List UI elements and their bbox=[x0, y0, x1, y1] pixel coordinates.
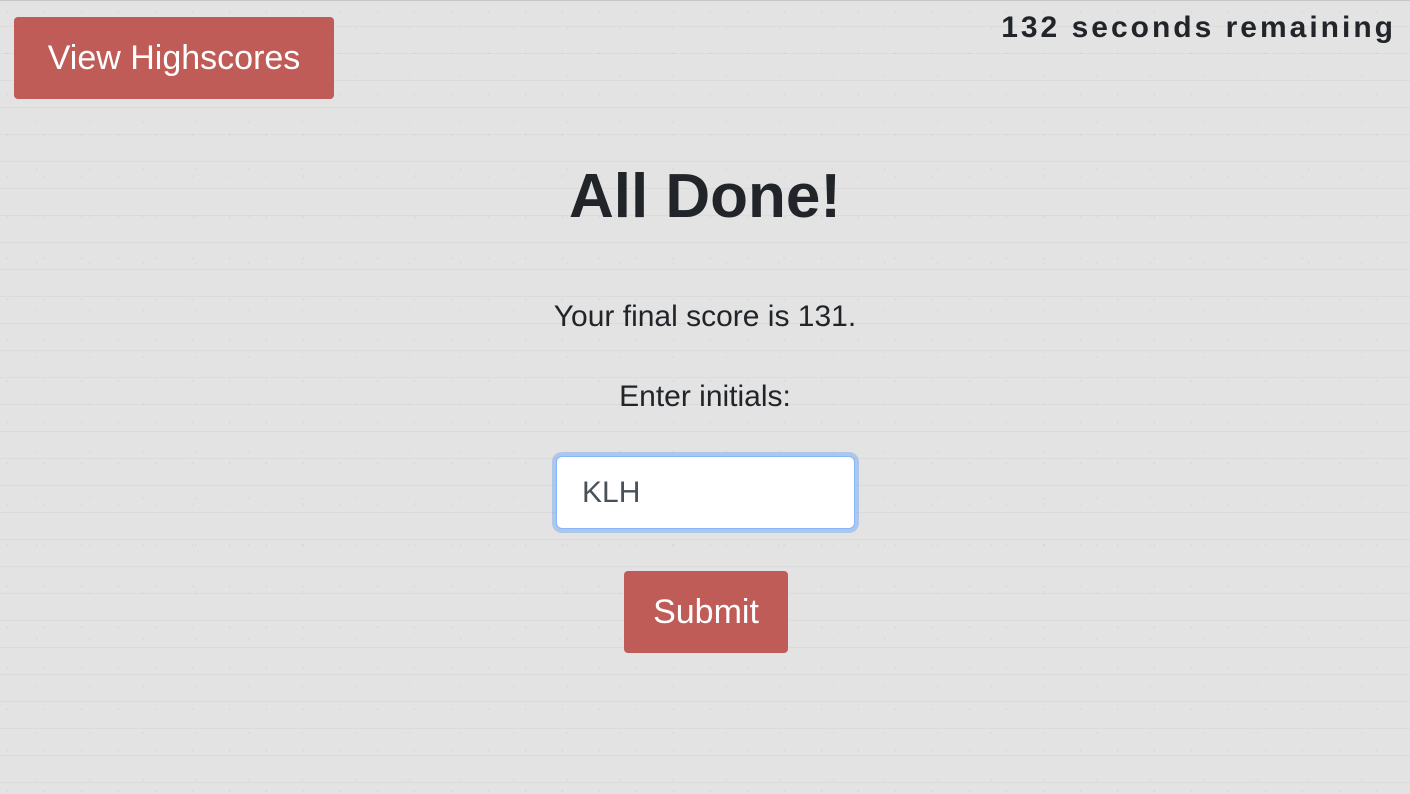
submit-button[interactable]: Submit bbox=[624, 571, 788, 653]
final-score-text: Your final score is 131. bbox=[553, 300, 857, 333]
view-highscores-button[interactable]: View Highscores bbox=[14, 17, 334, 99]
initials-label: Enter initials: bbox=[619, 380, 791, 413]
page-title: All Done! bbox=[568, 162, 842, 231]
initials-input[interactable] bbox=[556, 456, 855, 529]
timer-text: 132 seconds remaining bbox=[1001, 11, 1396, 44]
